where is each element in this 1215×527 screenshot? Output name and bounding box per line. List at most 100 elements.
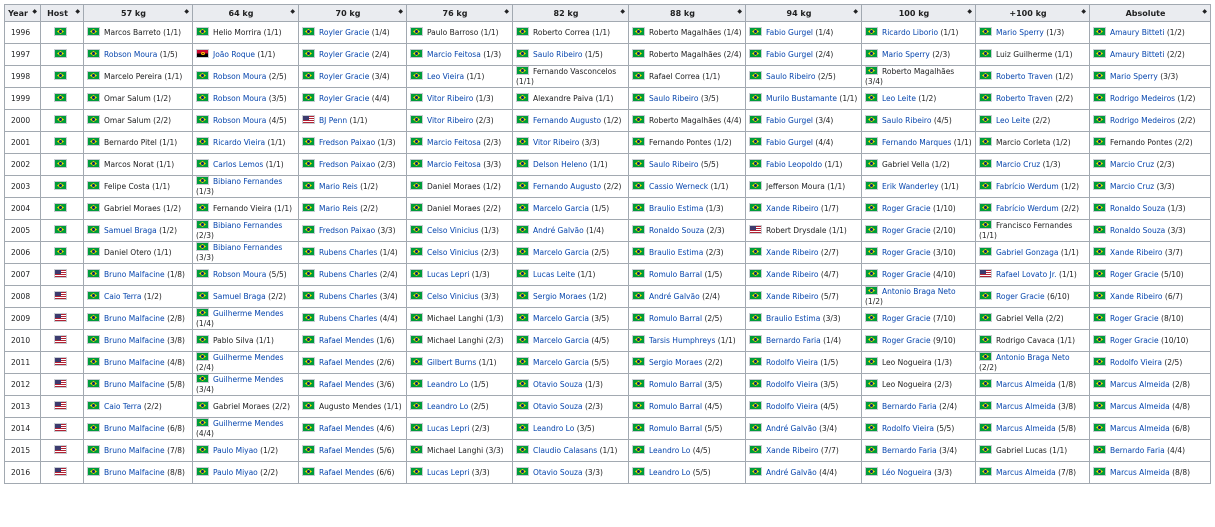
champion-name[interactable]: Roger Gracie [1110,270,1159,279]
champion-name[interactable]: BJ Penn [319,116,347,125]
champion-name[interactable]: Rafael Mendes [319,468,374,477]
champion-name[interactable]: Robson Moura [213,116,266,125]
champion-name[interactable]: Delson Heleno [533,160,587,169]
champion-name[interactable]: Mario Reis [319,182,358,191]
champion-name[interactable]: Otavio Souza [533,402,583,411]
column-header-82-kg[interactable]: 82 kg ◆ [512,4,629,22]
champion-name[interactable]: Roger Gracie [1110,314,1159,323]
column-header-absolute[interactable]: Absolute ◆ [1089,4,1211,22]
champion-name[interactable]: Fabio Gurgel [766,138,813,147]
champion-name[interactable]: Gilbert Burns [427,358,476,367]
champion-name[interactable]: Marcelo Garcia [533,336,589,345]
champion-name[interactable]: Caio Terra [104,292,141,301]
champion-name[interactable]: Roger Gracie [996,292,1045,301]
champion-name[interactable]: Vitor Ribeiro [427,116,473,125]
sort-icon[interactable]: ◆ [75,8,80,15]
champion-name[interactable]: Leandro Lo [649,446,690,455]
champion-name[interactable]: Fernando Augusto [533,116,601,125]
champion-name[interactable]: Otavio Souza [533,380,583,389]
champion-name[interactable]: Fredson Paixao [319,138,375,147]
champion-name[interactable]: Murilo Bustamante [766,94,837,103]
champion-name[interactable]: Rafael Mendes [319,446,374,455]
sort-icon[interactable]: ◆ [1202,8,1207,15]
sort-icon[interactable]: ◆ [1081,8,1086,15]
champion-name[interactable]: Carlos Lemos [213,160,263,169]
champion-name[interactable]: Cassio Werneck [649,182,708,191]
champion-name[interactable]: Marcio Feitosa [427,160,481,169]
champion-name[interactable]: Ricardo Liborio [882,28,938,37]
champion-name[interactable]: Bruno Malfacine [104,336,165,345]
champion-name[interactable]: Rodolfo Vieira [882,424,934,433]
champion-name[interactable]: André Galvão [766,468,817,477]
champion-name[interactable]: Paulo Miyao [213,468,258,477]
champion-name[interactable]: Rodrigo Medeiros [1110,94,1175,103]
champion-name[interactable]: Lucas Lepri [427,424,469,433]
champion-name[interactable]: Bruno Malfacine [104,380,165,389]
champion-name[interactable]: Fredson Paixao [319,160,375,169]
champion-name[interactable]: Bibiano Fernandes [213,221,282,230]
sort-icon[interactable]: ◆ [620,8,625,15]
champion-name[interactable]: Mario Sperry [1110,72,1158,81]
champion-name[interactable]: Marcus Almeida [996,468,1056,477]
champion-name[interactable]: Rafael Lovato Jr. [996,270,1057,279]
sort-icon[interactable]: ◆ [504,8,509,15]
champion-name[interactable]: Paulo Miyao [213,446,258,455]
champion-name[interactable]: Roger Gracie [882,314,931,323]
column-header-100-kg[interactable]: +100 kg ◆ [975,4,1090,22]
champion-name[interactable]: Otavio Souza [533,468,583,477]
champion-name[interactable]: Xande Ribeiro [1110,292,1163,301]
column-header-64-kg[interactable]: 64 kg ◆ [192,4,299,22]
champion-name[interactable]: Bruno Malfacine [104,446,165,455]
champion-name[interactable]: Robson Moura [213,72,266,81]
champion-name[interactable]: Lucas Leite [533,270,575,279]
champion-name[interactable]: Marcio Cruz [1110,160,1154,169]
champion-name[interactable]: Leandro Lo [649,468,690,477]
champion-name[interactable]: Amaury Bitteti [1110,28,1164,37]
champion-name[interactable]: Rodolfo Vieira [766,380,818,389]
champion-name[interactable]: Bruno Malfacine [104,270,165,279]
champion-name[interactable]: Saulo Ribeiro [882,116,931,125]
column-header-year[interactable]: Year ◆ [4,4,41,22]
champion-name[interactable]: Amaury Bitteti [1110,50,1164,59]
champion-name[interactable]: Marcio Cruz [996,160,1040,169]
champion-name[interactable]: Rubens Charles [319,292,377,301]
column-header-88-kg[interactable]: 88 kg ◆ [628,4,746,22]
champion-name[interactable]: Sergio Moraes [533,292,586,301]
champion-name[interactable]: Leo Vieira [427,72,464,81]
champion-name[interactable]: Fernando Augusto [533,182,601,191]
column-header-host[interactable]: Host ◆ [40,4,84,22]
champion-name[interactable]: Samuel Braga [213,292,266,301]
champion-name[interactable]: Romulo Barral [649,424,702,433]
champion-name[interactable]: Lucas Lepri [427,468,469,477]
champion-name[interactable]: Bibiano Fernandes [213,243,282,252]
champion-name[interactable]: Sergio Moraes [649,358,702,367]
champion-name[interactable]: Caio Terra [104,402,141,411]
champion-name[interactable]: Leandro Lo [427,380,468,389]
champion-name[interactable]: Bruno Malfacine [104,358,165,367]
champion-name[interactable]: Lucas Lepri [427,270,469,279]
champion-name[interactable]: Bernardo Faria [882,446,937,455]
champion-name[interactable]: Leandro Lo [427,402,468,411]
champion-name[interactable]: Ricardo Vieira [213,138,265,147]
champion-name[interactable]: Bernardo Faria [882,402,937,411]
champion-name[interactable]: Xande Ribeiro [766,270,819,279]
champion-name[interactable]: André Galvão [766,424,817,433]
champion-name[interactable]: Ronaldo Souza [1110,226,1165,235]
champion-name[interactable]: Ronaldo Souza [1110,204,1165,213]
champion-name[interactable]: Xande Ribeiro [766,446,819,455]
champion-name[interactable]: Tarsis Humphreys [649,336,715,345]
champion-name[interactable]: Mario Sperry [882,50,930,59]
champion-name[interactable]: Ronaldo Souza [649,226,704,235]
champion-name[interactable]: Celso Vinicius [427,248,479,257]
champion-name[interactable]: Antonio Braga Neto [882,287,956,296]
champion-name[interactable]: Royler Gracie [319,94,369,103]
champion-name[interactable]: Vitor Ribeiro [533,138,579,147]
champion-name[interactable]: Bernardo Faria [1110,446,1165,455]
champion-name[interactable]: Gabriel Gonzaga [996,248,1058,257]
champion-name[interactable]: Mario Sperry [996,28,1044,37]
champion-name[interactable]: Claudio Calasans [533,446,597,455]
champion-name[interactable]: Guilherme Mendes [213,375,283,384]
champion-name[interactable]: Rubens Charles [319,314,377,323]
champion-name[interactable]: Vitor Ribeiro [427,94,473,103]
champion-name[interactable]: Marcus Almeida [996,380,1056,389]
